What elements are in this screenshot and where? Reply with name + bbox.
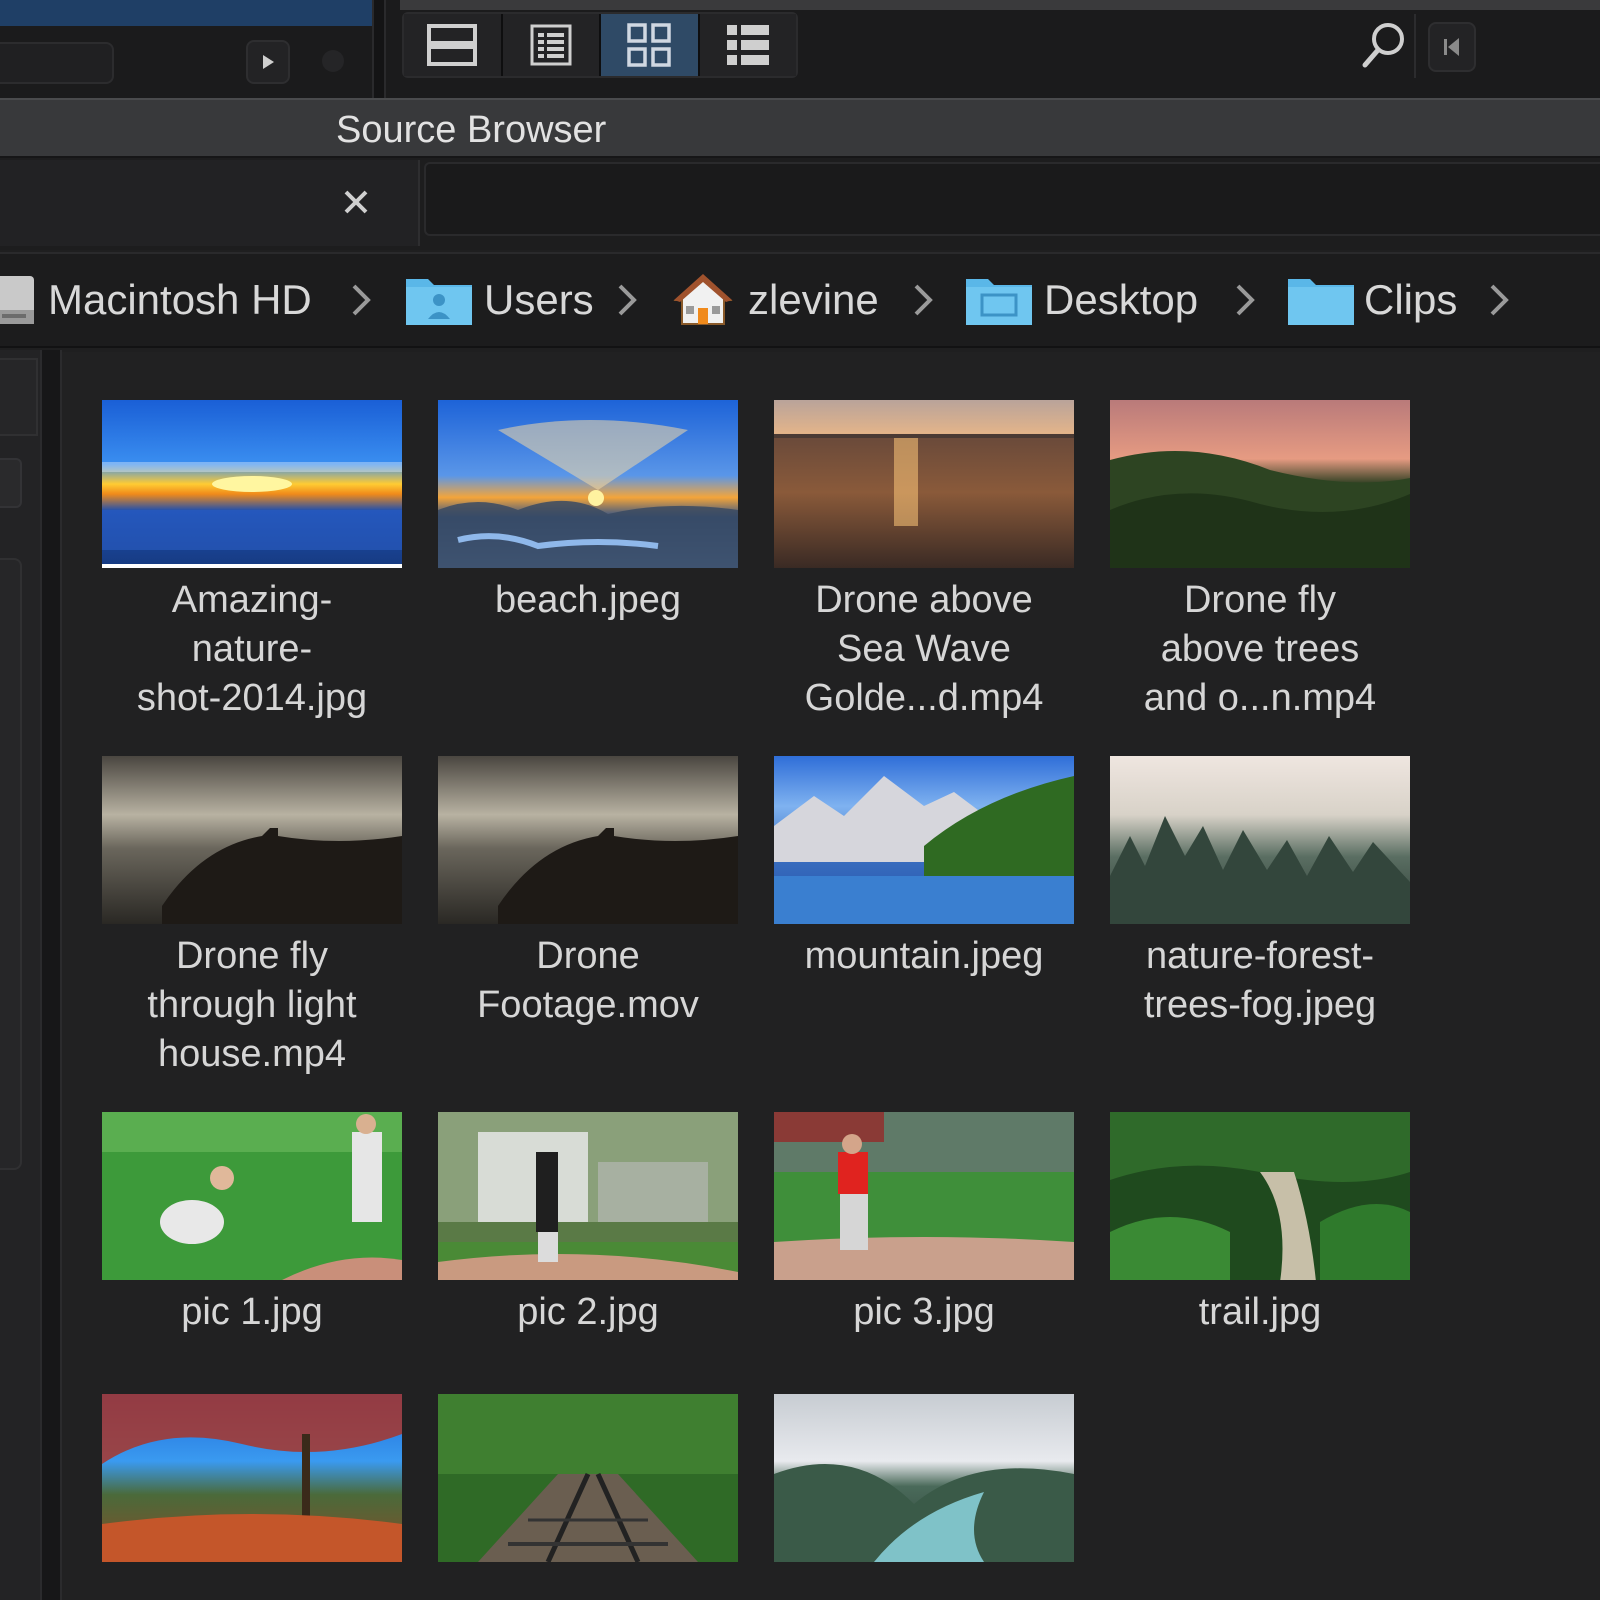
timecode-field[interactable] xyxy=(0,42,114,84)
thumbnail xyxy=(774,1394,1074,1562)
sidebar-scroll-button[interactable] xyxy=(0,458,22,508)
chevron-right-icon xyxy=(346,280,376,320)
thumbnail xyxy=(774,400,1074,568)
file-name: pic 1.jpg xyxy=(181,1291,323,1333)
close-icon xyxy=(344,190,368,214)
chevron-right-icon xyxy=(612,280,642,320)
thumbnail xyxy=(102,756,402,924)
toolbar-separator xyxy=(1414,14,1416,78)
breadcrumb-label: Macintosh HD xyxy=(48,276,312,323)
breadcrumb-item-desktop[interactable]: Desktop xyxy=(964,262,1198,338)
play-icon xyxy=(263,55,274,69)
grid-view-icon xyxy=(627,23,671,67)
desktop-folder-icon xyxy=(966,279,1032,325)
folder-icon xyxy=(1288,279,1354,325)
breadcrumb-item-macintosh-hd[interactable]: Macintosh HD xyxy=(0,262,312,338)
sidebar-list[interactable] xyxy=(0,558,22,1170)
file-name: Drone fly above trees and o...n.mp4 xyxy=(1143,579,1377,719)
file-name: beach.jpeg xyxy=(495,579,681,621)
users-folder-icon xyxy=(406,279,472,325)
sidebar-item[interactable] xyxy=(0,358,38,436)
magnifier-icon xyxy=(1362,23,1404,68)
thumbnail xyxy=(102,1394,402,1562)
selection-bar xyxy=(0,0,374,26)
list-view-button[interactable] xyxy=(502,14,601,76)
clear-search-button[interactable] xyxy=(334,180,378,224)
thumbnail xyxy=(438,1112,738,1280)
collapse-button[interactable] xyxy=(1428,22,1476,72)
breadcrumb-label: Desktop xyxy=(1044,276,1199,323)
thumbnail xyxy=(774,756,1074,924)
filter-field[interactable] xyxy=(424,162,1600,236)
thumbnail xyxy=(774,1112,1074,1280)
list-view-icon xyxy=(530,24,572,66)
triangle-left-icon xyxy=(1444,38,1459,56)
file-name: nature-forest- trees-fog.jpeg xyxy=(1143,935,1377,1026)
pane-divider-vertical[interactable] xyxy=(372,0,386,98)
grid-view-button[interactable] xyxy=(601,14,700,76)
top-strip xyxy=(400,0,1600,10)
file-name: trail.jpg xyxy=(1198,1291,1322,1333)
file-name: Drone Footage.mov xyxy=(477,935,699,1026)
detail-list-view-icon xyxy=(726,25,769,65)
play-button[interactable] xyxy=(246,40,290,84)
breadcrumb-item-clips[interactable]: Clips xyxy=(1286,262,1457,338)
thumbnail xyxy=(102,1112,402,1280)
filmstrip-view-icon xyxy=(427,24,478,66)
breadcrumb-item-zlevine[interactable]: zlevine xyxy=(672,262,879,338)
chevron-right-icon xyxy=(908,280,938,320)
thumbnail xyxy=(438,756,738,924)
sidebar-splitter[interactable] xyxy=(40,350,62,1600)
chevron-right-icon xyxy=(1484,280,1514,320)
filmstrip-view-button[interactable] xyxy=(404,14,503,76)
chevron-right-icon xyxy=(1230,280,1260,320)
breadcrumb-label: zlevine xyxy=(748,276,879,323)
hard-drive-icon xyxy=(0,276,34,324)
panel-title: Source Browser xyxy=(336,109,607,151)
thumbnail xyxy=(102,400,402,568)
thumbnail xyxy=(438,1394,738,1562)
thumbnail xyxy=(438,400,738,568)
file-name: pic 2.jpg xyxy=(517,1291,659,1333)
thumbnail xyxy=(1110,756,1410,924)
thumbnail xyxy=(1110,1112,1410,1280)
breadcrumb-item-users[interactable]: Users xyxy=(404,262,594,338)
panel-title-bar xyxy=(0,98,1600,158)
view-mode-segmented-control xyxy=(402,12,798,78)
home-icon xyxy=(673,274,733,325)
file-name: mountain.jpeg xyxy=(804,935,1044,977)
file-name: Drone above Sea Wave Golde...d.mp4 xyxy=(804,579,1044,719)
file-name: Drone fly through light house.mp4 xyxy=(147,935,357,1075)
breadcrumb-label: Clips xyxy=(1364,276,1458,323)
record-indicator xyxy=(322,50,344,72)
search-button[interactable] xyxy=(1358,18,1410,72)
thumbnail xyxy=(1110,400,1410,568)
file-name: Amazing- nature- shot-2014.jpg xyxy=(136,579,368,719)
breadcrumb-label: Users xyxy=(484,276,594,323)
file-name: pic 3.jpg xyxy=(853,1291,995,1333)
detail-list-view-button[interactable] xyxy=(699,14,796,76)
